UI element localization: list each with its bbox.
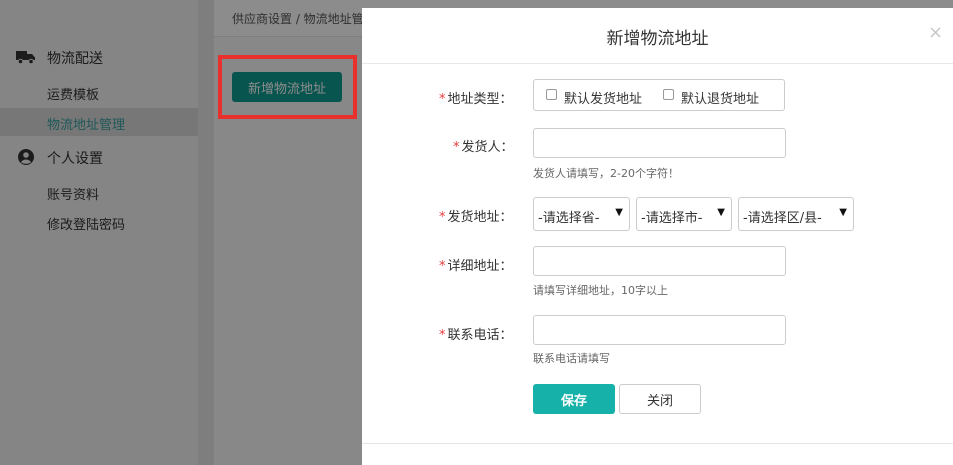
detail-address-label-text: 详细地址： — [447, 259, 513, 274]
address-type-label: * 地址类型： — [439, 88, 513, 107]
ship-address-label-text: 发货地址： — [447, 210, 513, 225]
district-select[interactable]: -请选择区/县- ▼ — [738, 197, 854, 231]
save-button[interactable]: 保存 — [533, 384, 615, 414]
city-select[interactable]: -请选择市- ▼ — [636, 197, 732, 231]
add-address-modal: 新增物流地址 × * 地址类型： 默认发货地址 默认退货地址 * 发货人： 发货人请… — [362, 8, 953, 465]
ship-address-label: * 发货地址： — [439, 206, 513, 225]
shipper-label: * 发货人： — [453, 136, 514, 155]
shipper-label-text: 发货人： — [461, 140, 514, 155]
city-select-value: -请选择市- — [641, 211, 703, 226]
detail-address-input[interactable] — [533, 246, 786, 276]
shipper-input[interactable] — [533, 128, 786, 158]
close-icon[interactable]: × — [928, 22, 943, 43]
phone-input[interactable] — [533, 315, 786, 345]
required-marker: * — [439, 210, 446, 225]
chevron-down-icon: ▼ — [717, 207, 725, 218]
phone-label-text: 联系电话： — [447, 328, 513, 343]
modal-footer-divider — [362, 443, 953, 444]
highlight-box — [218, 55, 357, 119]
district-select-value: -请选择区/县- — [743, 211, 822, 226]
close-button[interactable]: 关闭 — [619, 384, 701, 414]
province-select[interactable]: -请选择省- ▼ — [533, 197, 630, 231]
default-return-address-label[interactable]: 默认退货地址 — [681, 88, 759, 107]
phone-label: * 联系电话： — [439, 324, 513, 343]
default-ship-address-checkbox[interactable] — [546, 89, 557, 100]
detail-address-label: * 详细地址： — [439, 255, 513, 274]
shipper-hint: 发货人请填写，2-20个字符！ — [533, 167, 679, 180]
required-marker: * — [453, 140, 460, 155]
modal-header: 新增物流地址 × — [362, 8, 953, 64]
required-marker: * — [439, 328, 446, 343]
detail-address-hint: 请填写详细地址，10字以上 — [533, 284, 668, 297]
modal-title: 新增物流地址 — [606, 29, 709, 49]
required-marker: * — [439, 92, 446, 107]
province-select-value: -请选择省- — [538, 211, 600, 226]
chevron-down-icon: ▼ — [839, 207, 847, 218]
default-return-address-checkbox[interactable] — [663, 89, 674, 100]
address-type-label-text: 地址类型： — [447, 92, 513, 107]
required-marker: * — [439, 259, 446, 274]
default-ship-address-label[interactable]: 默认发货地址 — [564, 88, 642, 107]
chevron-down-icon: ▼ — [615, 207, 623, 218]
address-type-group: 默认发货地址 默认退货地址 — [533, 79, 785, 111]
phone-hint: 联系电话请填写 — [533, 352, 610, 365]
